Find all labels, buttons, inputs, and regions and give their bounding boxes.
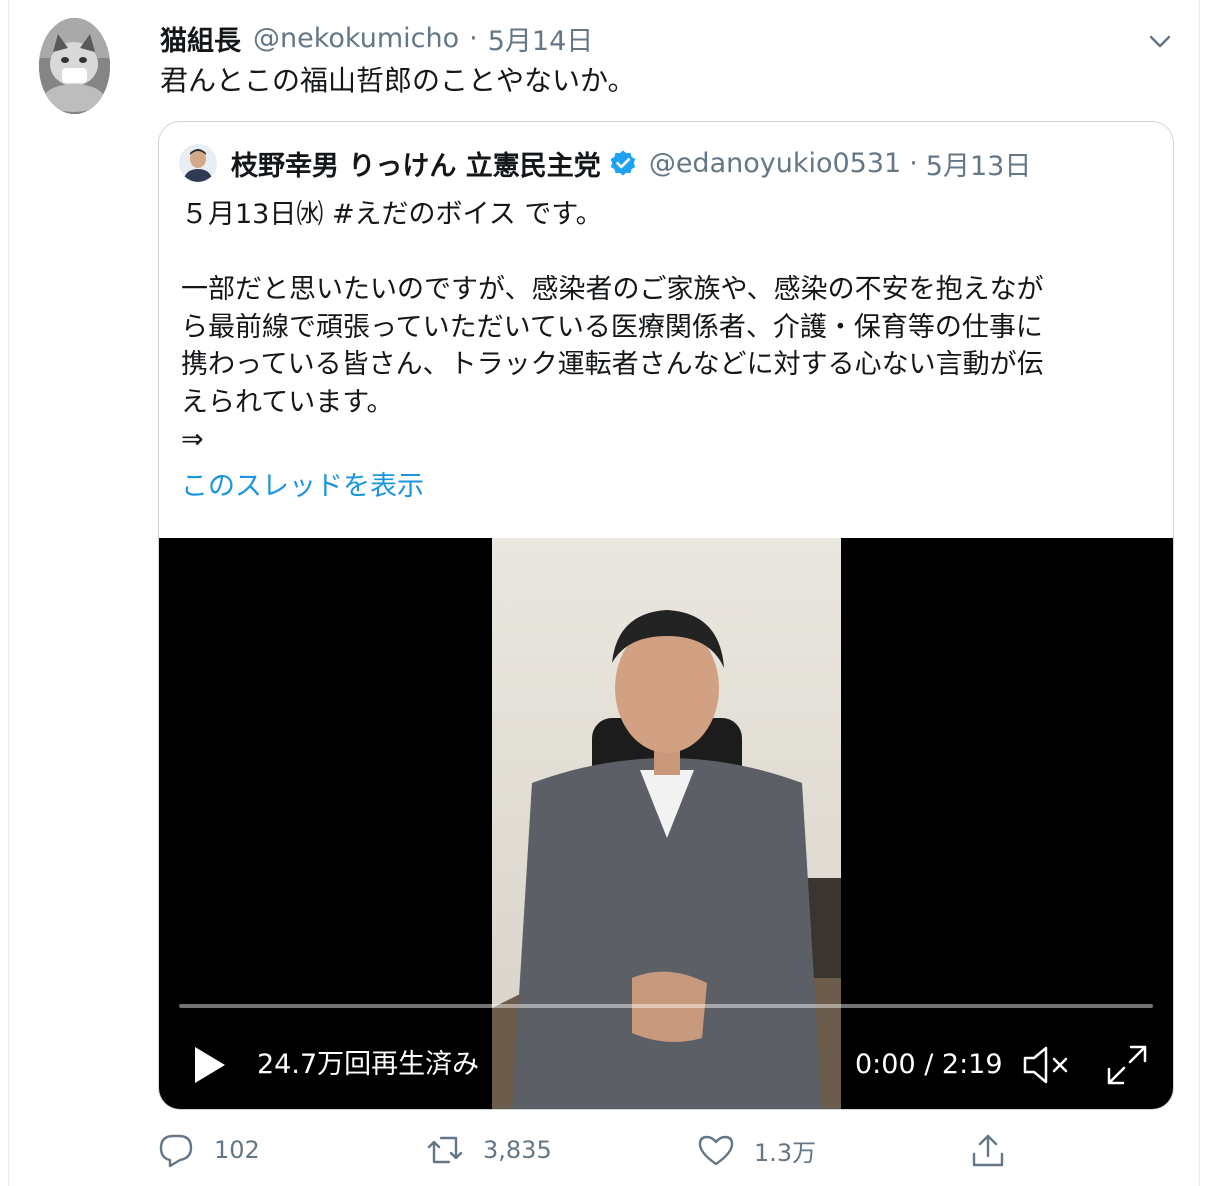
play-icon[interactable]: [189, 1043, 229, 1087]
quoted-user-handle[interactable]: @edanoyukio0531: [649, 148, 901, 179]
quoted-text-line: ５月13日㈬ #えだのボイス です。: [181, 199, 603, 230]
timeline-border-left: [8, 0, 9, 1186]
quoted-text-gap: [181, 234, 1156, 272]
tweet-header: 猫組長 @nekokumicho · 5月14日: [160, 18, 593, 58]
user-handle[interactable]: @nekokumicho: [253, 23, 459, 54]
fullscreen-icon[interactable]: [1103, 1041, 1151, 1089]
quoted-text-line: えられています。: [181, 386, 394, 418]
separator-dot: ·: [469, 22, 478, 54]
quoted-avatar[interactable]: [179, 144, 217, 182]
quoted-display-name[interactable]: 枝野幸男 りっけん 立憲民主党: [231, 144, 601, 183]
quoted-text-line: ら最前線で頑張っていただいている医療関係者、介護・保育等の仕事に: [181, 311, 1043, 343]
reply-count: 102: [214, 1136, 260, 1164]
verified-badge-icon: [610, 150, 636, 176]
quoted-tweet-timestamp[interactable]: 5月13日: [926, 144, 1032, 183]
like-icon: [698, 1135, 734, 1166]
quoted-tweet-header: 枝野幸男 りっけん 立憲民主党 @edanoyukio0531 · 5月13日: [231, 142, 1031, 184]
retweet-count: 3,835: [483, 1136, 552, 1164]
avatar[interactable]: [39, 18, 110, 114]
video-player[interactable]: 24.7万回再生済み 0:00 / 2:19: [159, 538, 1173, 1109]
video-frame: [492, 538, 841, 1109]
video-progress-bar[interactable]: [179, 1004, 1153, 1008]
show-thread-link[interactable]: このスレッドを表示: [181, 468, 424, 506]
video-time: 0:00 / 2:19: [855, 1049, 1003, 1080]
retweet-button[interactable]: 3,835: [427, 1126, 552, 1174]
quoted-text-line: 一部だと思いたいのですが、感染者のご家族や、感染の不安を抱えなが: [181, 274, 1044, 305]
reply-icon: [159, 1134, 193, 1168]
tweet-actions: 102 3,835 1.3万: [0, 1126, 1210, 1174]
reply-button[interactable]: 102: [158, 1126, 260, 1174]
retweet-icon: [427, 1136, 463, 1164]
quoted-tweet-card[interactable]: 枝野幸男 りっけん 立憲民主党 @edanoyukio0531 · 5月13日 …: [158, 121, 1174, 1110]
view-count: 24.7万回再生済み: [257, 1049, 480, 1080]
display-name[interactable]: 猫組長: [160, 19, 241, 58]
quoted-tweet-text: ５月13日㈬ #えだのボイス です。 一部だと思いたいのですが、感染者のご家族や…: [181, 196, 1156, 459]
quoted-text-line: ⇒: [181, 424, 204, 455]
like-count: 1.3万: [754, 1138, 817, 1167]
timeline-border-right: [1199, 0, 1200, 1186]
share-button[interactable]: [970, 1126, 1006, 1174]
mute-icon[interactable]: [1021, 1041, 1071, 1089]
chevron-down-icon[interactable]: [1143, 24, 1177, 58]
tweet-text: 君んとこの福山哲郎のことやないか。: [160, 64, 636, 97]
tweet-timestamp[interactable]: 5月14日: [488, 19, 594, 58]
share-icon: [972, 1134, 1004, 1167]
separator-dot: ·: [909, 147, 918, 179]
quoted-text-line: 携わっている皆さん、トラック運転者さんなどに対する心ない言動が伝: [181, 349, 1044, 380]
like-button[interactable]: 1.3万: [698, 1126, 816, 1174]
